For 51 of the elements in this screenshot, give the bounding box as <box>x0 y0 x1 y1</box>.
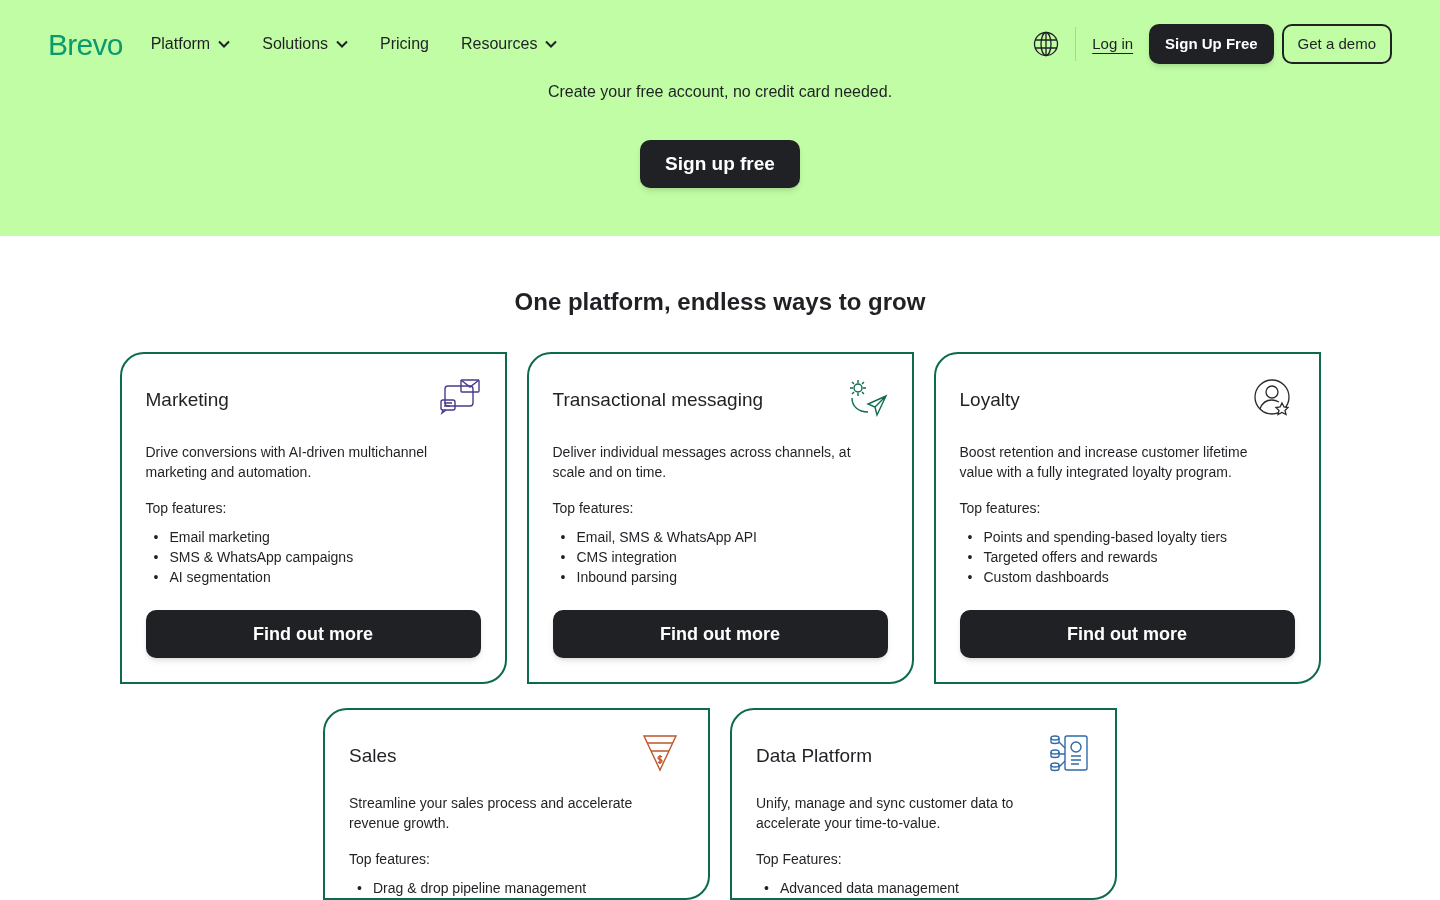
database-profile-icon <box>1049 734 1091 774</box>
nav-link[interactable]: Solutions <box>262 32 349 56</box>
feature-item: CMS integration <box>576 548 677 567</box>
feature-item: Custom dashboards <box>983 568 1109 587</box>
bullet-point: • <box>153 568 160 587</box>
demo-button[interactable]: Get a demo <box>1281 24 1392 64</box>
bullet-point: • <box>560 548 567 567</box>
bullet-point: • <box>764 879 770 898</box>
card-title: Marketing <box>145 388 229 412</box>
feature-item: Points and spending-based loyalty tiers <box>983 528 1228 547</box>
features-label: Top Features: <box>756 850 843 869</box>
nav-link[interactable]: Platform <box>150 32 231 56</box>
bullet-point: • <box>967 568 974 587</box>
feature-item: AI segmentation <box>169 568 271 587</box>
feature-item: Email, SMS & WhatsApp API <box>576 528 757 547</box>
card-title: Data Platform <box>756 744 873 768</box>
nav-link[interactable]: Resources <box>460 32 558 56</box>
card-description: Deliver individual messages across channels, at scale and on time. <box>552 443 852 482</box>
find-out-more-button[interactable]: Find out more <box>959 610 1295 658</box>
card-description: Unify, manage and sync customer data to accelerate your time-to-value. <box>756 794 1015 833</box>
bullet-point: • <box>560 528 567 547</box>
globe-icon[interactable] <box>1033 31 1060 57</box>
feature-item: Advanced data management <box>780 879 959 898</box>
bullet-point: • <box>560 568 567 587</box>
find-out-more-button[interactable]: Find out more <box>145 610 481 658</box>
bullet-point: • <box>153 548 160 567</box>
find-out-more-button[interactable]: Find out more <box>552 610 888 658</box>
bullet-point: • <box>967 548 974 567</box>
card-description: Drive conversions with AI-driven multichannel marketing and automation. <box>145 443 429 482</box>
bullet-point: • <box>357 879 363 898</box>
features-label: Top features: <box>145 499 228 518</box>
feature-item: SMS & WhatsApp campaigns <box>169 548 354 567</box>
feature-item: Targeted offers and rewards <box>983 548 1158 567</box>
signup-button[interactable]: Sign Up Free <box>1149 24 1274 64</box>
card-title: Transactional messaging <box>552 388 763 412</box>
section-heading: One platform, endless ways to grow <box>513 287 927 317</box>
card-description: Boost retention and increase customer lifetime value with a fully integrated loyalty program. <box>959 443 1249 482</box>
card-title: Sales <box>349 744 397 768</box>
feature-item: Drag & drop pipeline management <box>373 879 587 898</box>
feature-item: Email marketing <box>169 528 270 547</box>
bullet-point: • <box>153 528 160 547</box>
login-link[interactable]: Log in <box>1092 32 1134 56</box>
bullet-point: • <box>967 528 974 547</box>
nav-link[interactable]: Pricing <box>380 32 429 56</box>
card-title: Loyalty <box>959 388 1020 412</box>
signup-button[interactable]: Sign up free <box>640 140 800 188</box>
card-description: Streamline your sales process and accelerate revenue growth. <box>349 794 634 833</box>
features-label: Top features: <box>552 499 635 518</box>
features-label: Top features: <box>959 499 1042 518</box>
feature-item: Inbound parsing <box>576 568 677 587</box>
features-label: Top features: <box>349 850 431 869</box>
